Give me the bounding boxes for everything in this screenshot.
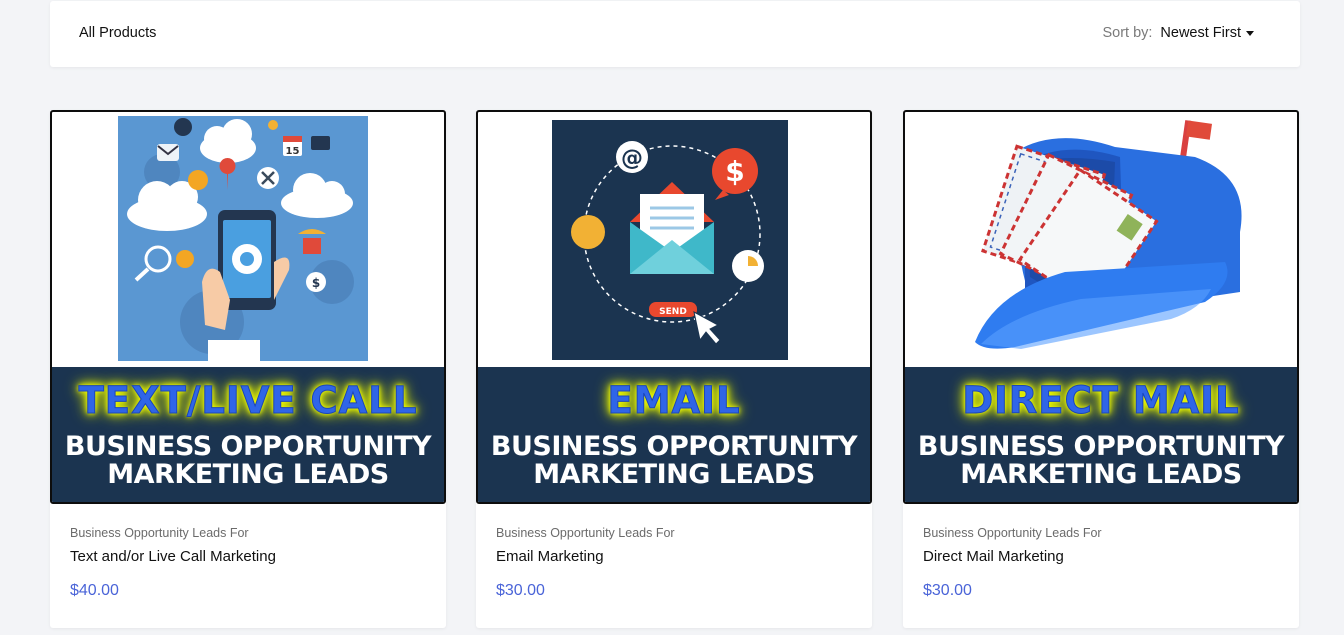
product-price: $30.00 — [496, 582, 545, 599]
email-envelope-illustration: @ $ SEND — [552, 120, 788, 360]
calendar-date: 15 — [286, 146, 300, 157]
dollar-symbol: $ — [725, 155, 744, 188]
products-toolbar: All Products Sort by: Newest First — [50, 1, 1300, 67]
banner-headline: TEXT/LIVE CALL — [78, 379, 418, 423]
product-image[interactable]: @ $ SEND EMAIL BUSINESS OPPORTUNITY MARK… — [476, 110, 872, 504]
product-name-link[interactable]: Text and/or Live Call Marketing — [70, 548, 276, 565]
product-name-link[interactable]: Email Marketing — [496, 548, 604, 565]
banner-subtitle-line-1: BUSINESS OPPORTUNITY — [64, 431, 432, 462]
banner-headline: DIRECT MAIL — [962, 379, 1240, 423]
product-price: $30.00 — [923, 582, 972, 599]
banner-subtitle: BUSINESS OPPORTUNITY MARKETING LEADS — [52, 433, 444, 489]
product-card-email[interactable]: @ $ SEND EMAIL BUSINESS OPPORTUNITY MARK… — [476, 110, 872, 628]
page-title: All Products — [79, 25, 157, 41]
sort-control[interactable]: Sort by: Newest First — [1102, 25, 1254, 41]
banner-subtitle: BUSINESS OPPORTUNITY MARKETING LEADS — [478, 433, 870, 489]
sort-label: Sort by: — [1102, 25, 1153, 41]
product-category: Business Opportunity Leads For — [923, 526, 1102, 540]
at-symbol: @ — [621, 146, 643, 171]
mailbox-illustration — [975, 120, 1242, 349]
banner-subtitle: BUSINESS OPPORTUNITY MARKETING LEADS — [905, 433, 1297, 489]
product-banner: TEXT/LIVE CALL BUSINESS OPPORTUNITY MARK… — [52, 367, 444, 502]
product-name-link[interactable]: Direct Mail Marketing — [923, 548, 1064, 565]
banner-subtitle-line-1: BUSINESS OPPORTUNITY — [917, 431, 1285, 462]
dollar-symbol: $ — [312, 276, 320, 290]
product-image[interactable]: DIRECT MAIL BUSINESS OPPORTUNITY MARKETI… — [903, 110, 1299, 504]
product-banner: EMAIL BUSINESS OPPORTUNITY MARKETING LEA… — [478, 367, 870, 502]
product-price: $40.00 — [70, 582, 119, 599]
sort-dropdown[interactable]: Newest First — [1160, 25, 1241, 41]
banner-subtitle-line-1: BUSINESS OPPORTUNITY — [490, 431, 858, 462]
banner-headline: EMAIL — [607, 379, 741, 423]
send-button-art: SEND — [659, 307, 687, 317]
product-banner: DIRECT MAIL BUSINESS OPPORTUNITY MARKETI… — [905, 367, 1297, 502]
banner-subtitle-line-2: MARKETING LEADS — [960, 459, 1242, 490]
product-image[interactable]: 15 $ TEXT/LIVE CALL BUSINESS OPPORTUNITY… — [50, 110, 446, 504]
product-category: Business Opportunity Leads For — [70, 526, 249, 540]
product-card-direct-mail[interactable]: DIRECT MAIL BUSINESS OPPORTUNITY MARKETI… — [903, 110, 1299, 628]
product-category: Business Opportunity Leads For — [496, 526, 675, 540]
smartphone-cloud-illustration: 15 $ — [118, 116, 368, 364]
banner-subtitle-line-2: MARKETING LEADS — [107, 459, 389, 490]
banner-subtitle-line-2: MARKETING LEADS — [533, 459, 815, 490]
product-card-text-live-call[interactable]: 15 $ TEXT/LIVE CALL BUSINESS OPPORTUNITY… — [50, 110, 446, 628]
caret-down-icon[interactable] — [1246, 30, 1254, 36]
